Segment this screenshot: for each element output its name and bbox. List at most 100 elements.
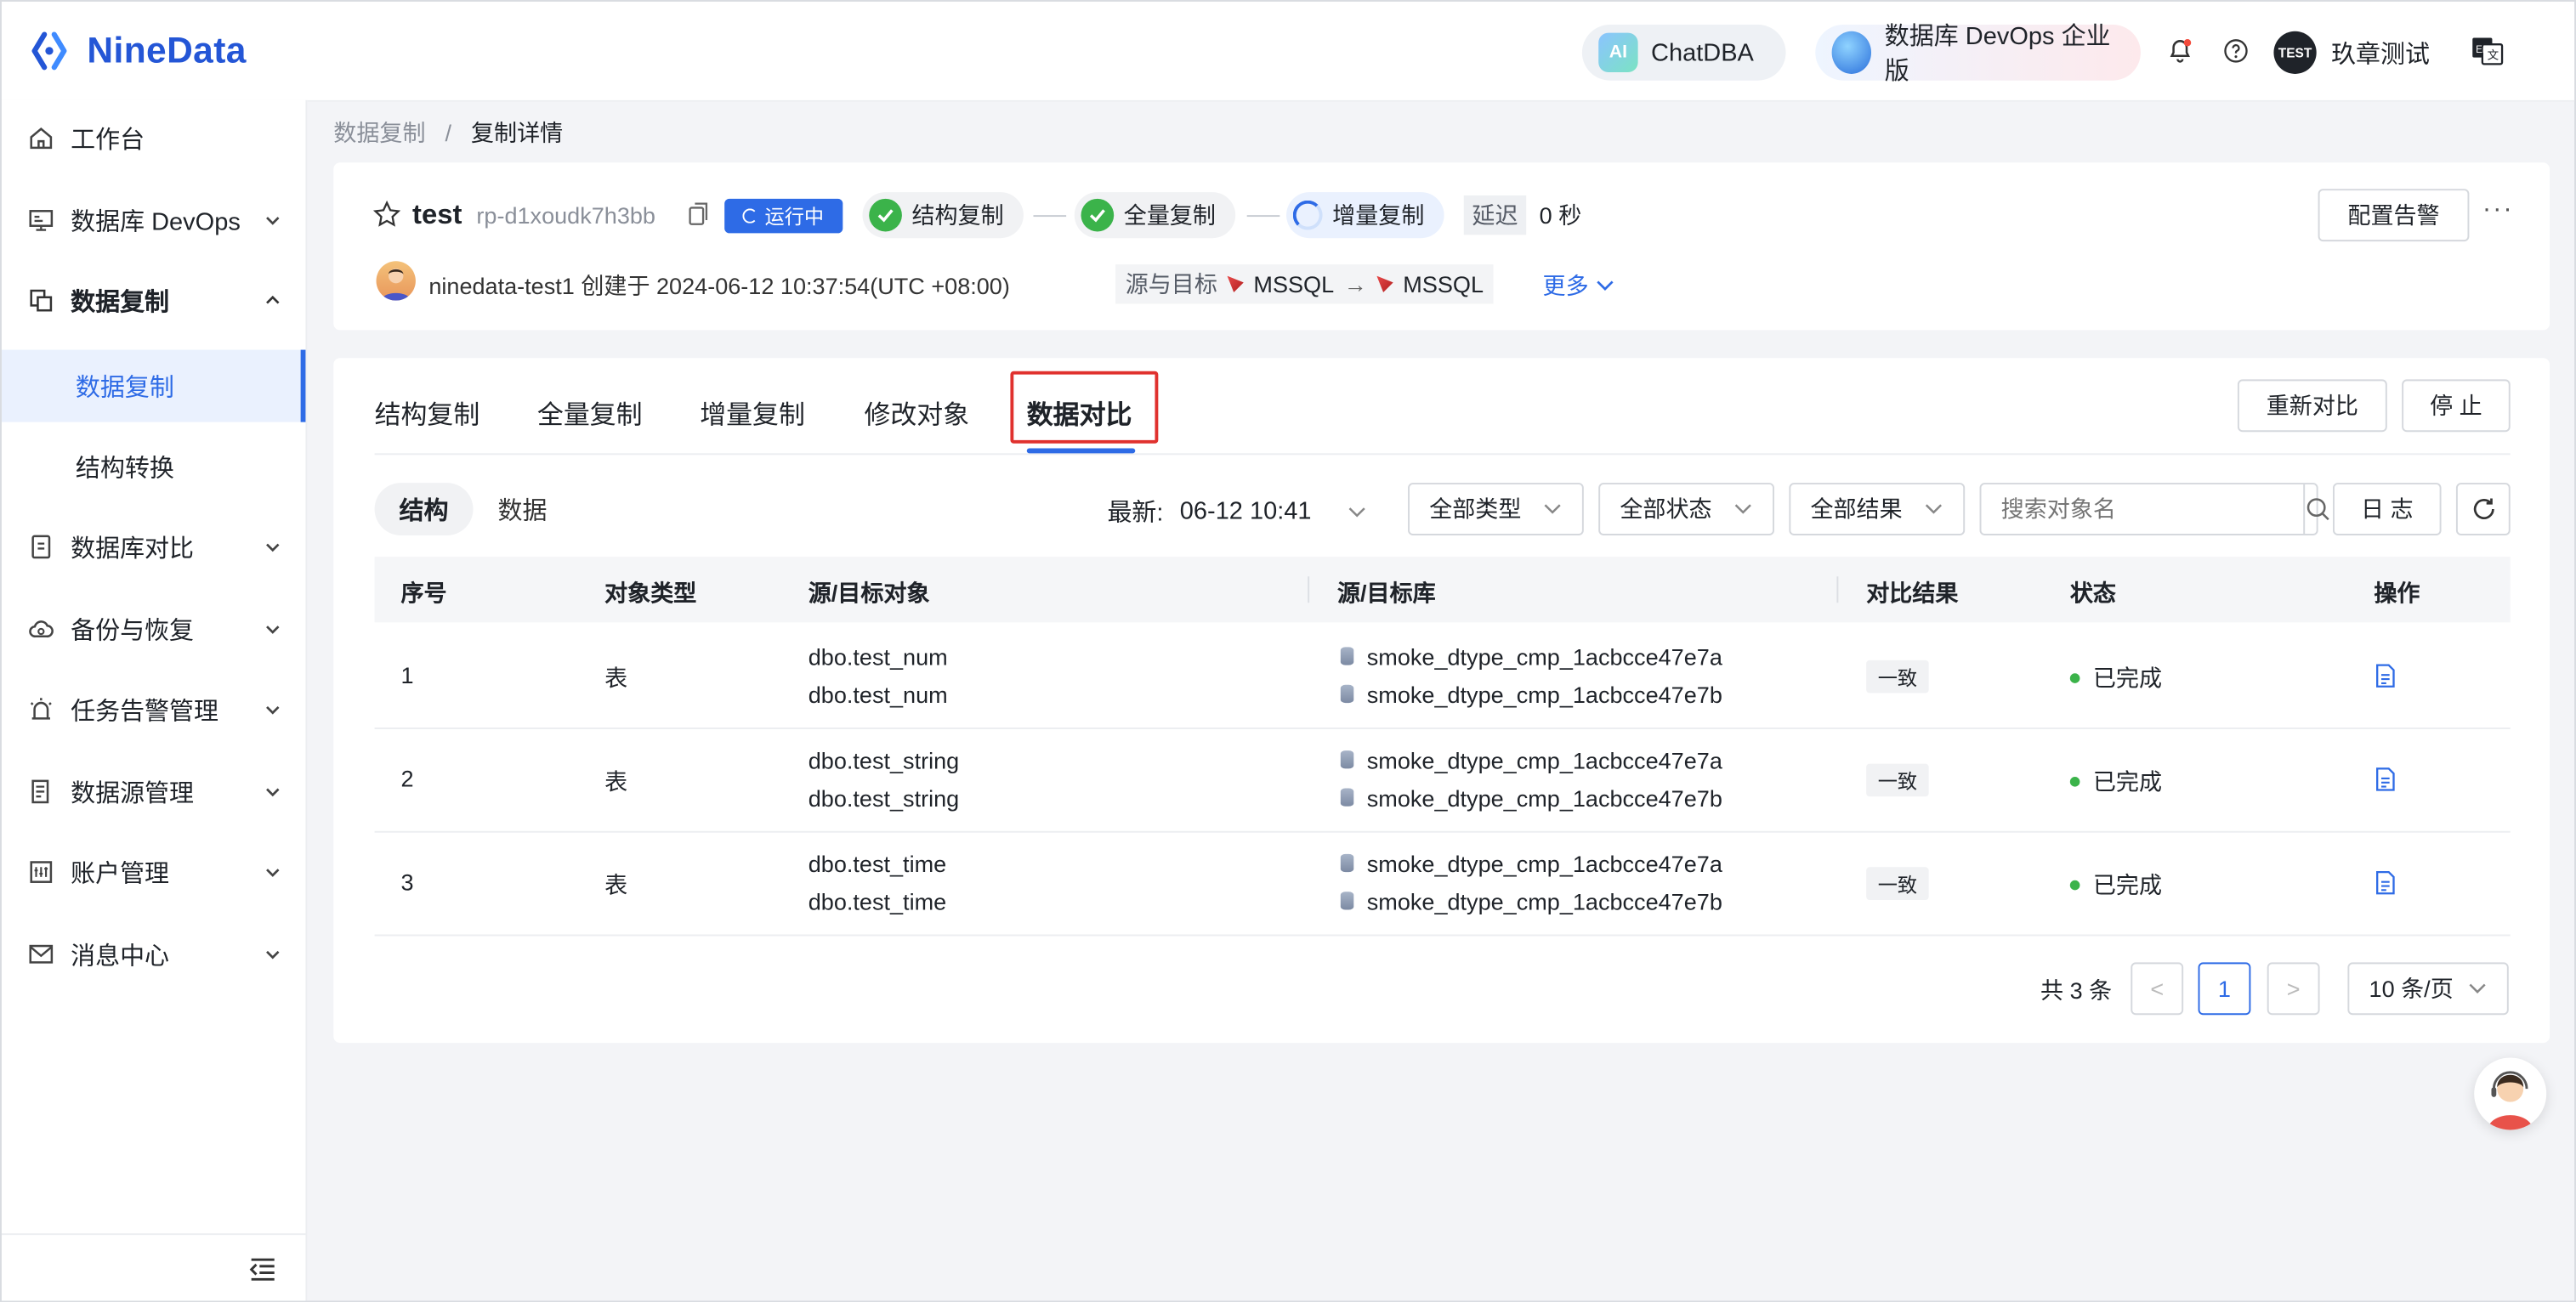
sidebar-item-structure-conversion[interactable]: 结构转换 — [2, 430, 305, 502]
customer-service-avatar-icon[interactable] — [2474, 1057, 2547, 1130]
sidebar-item-account[interactable]: 账户管理 — [2, 836, 305, 909]
refresh-button[interactable] — [2455, 483, 2511, 535]
col-actions: 操作 — [2374, 580, 2420, 607]
owner-created-text: ninedata-test1 创建于 2024-06-12 10:37:54(U… — [428, 272, 1010, 299]
help-icon[interactable] — [2220, 35, 2253, 68]
row-databases: smoke_dtype_cmp_1acbcce47e7a smoke_dtype… — [1340, 637, 1722, 713]
loading-icon — [1292, 200, 1323, 230]
status-filter-select[interactable]: 全部状态 — [1598, 483, 1774, 535]
mssql-icon — [1227, 275, 1244, 292]
type-filter-select[interactable]: 全部类型 — [1408, 483, 1584, 535]
account-icon — [30, 861, 53, 883]
step-connector — [1246, 215, 1280, 218]
arrow-right-icon: → — [1343, 270, 1367, 297]
step-connector — [1033, 215, 1067, 218]
chevron-down-icon — [266, 626, 280, 634]
check-icon — [1081, 198, 1115, 232]
tab-structure-replication[interactable]: 结构复制 — [375, 393, 480, 432]
breadcrumb-current: 复制详情 — [470, 120, 564, 146]
sidebar-item-alarm[interactable]: 任务告警管理 — [2, 673, 305, 745]
step-full[interactable]: 全量复制 — [1074, 192, 1236, 239]
segment-data[interactable]: 数据 — [474, 492, 572, 527]
step-incremental[interactable]: 增量复制 — [1286, 192, 1444, 239]
user-avatar[interactable]: TEST — [2273, 31, 2317, 74]
status-label: 已完成 — [2092, 665, 2163, 692]
home-icon — [30, 127, 53, 150]
object-search — [1979, 483, 2329, 535]
sidebar-item-db-compare[interactable]: 数据库对比 — [2, 511, 305, 583]
chevron-down-icon — [266, 869, 280, 877]
sidebar-item-replication[interactable]: 数据复制 — [2, 264, 305, 337]
latest-compare-select[interactable]: 最新: 06-12 10:41 — [1107, 495, 1367, 529]
col-result: 对比结果 — [1866, 580, 1959, 607]
user-name[interactable]: 玖章测试 — [2331, 37, 2430, 71]
more-actions-button[interactable]: ··· — [2482, 195, 2514, 225]
sidebar-item-devops[interactable]: 数据库 DevOps — [2, 184, 305, 256]
ninedata-logo-icon — [31, 31, 67, 71]
detail-document-icon[interactable] — [2375, 664, 2395, 688]
configure-alarm-button[interactable]: 配置告警 — [2318, 189, 2470, 242]
collapse-sidebar-icon[interactable] — [248, 1256, 278, 1282]
sidebar-divider — [1, 1233, 306, 1236]
page-size-select[interactable]: 10 条/页 — [2347, 962, 2509, 1016]
row-type: 表 — [604, 665, 628, 692]
delay-value: 0 秒 — [1539, 201, 1582, 229]
recompare-button[interactable]: 重新对比 — [2237, 379, 2387, 433]
status-dot — [2069, 777, 2080, 787]
more-link[interactable]: 更多 — [1543, 269, 1615, 303]
logo[interactable]: NineData — [31, 28, 247, 74]
prev-page-button[interactable]: < — [2131, 962, 2184, 1016]
sidebar-item-replication-sub[interactable]: 数据复制 — [1, 349, 306, 422]
sidebar-item-datasource[interactable]: 数据源管理 — [2, 756, 305, 828]
segment-structure[interactable]: 结构 — [374, 483, 474, 535]
chatdba-label: ChatDBA — [1651, 38, 1754, 67]
stop-button[interactable]: 停 止 — [2402, 379, 2511, 433]
log-button[interactable]: 日 志 — [2333, 483, 2442, 535]
tab-modify-objects[interactable]: 修改对象 — [864, 393, 969, 432]
step-structure[interactable]: 结构复制 — [862, 192, 1024, 239]
compare-icon — [31, 535, 51, 559]
search-button[interactable] — [2303, 484, 2331, 535]
type-filter-value: 全部类型 — [1429, 495, 1522, 523]
star-icon[interactable] — [372, 200, 401, 229]
search-icon — [2306, 498, 2329, 521]
result-badge: 一致 — [1866, 659, 1929, 693]
tab-full-replication[interactable]: 全量复制 — [537, 393, 643, 432]
detail-document-icon[interactable] — [2375, 767, 2395, 791]
sidebar-item-messages[interactable]: 消息中心 — [2, 918, 305, 990]
breadcrumb-separator: / — [445, 120, 451, 146]
col-type: 对象类型 — [604, 580, 697, 607]
language-switch-icon[interactable]: En 文 — [2471, 35, 2504, 68]
page-size-value: 10 条/页 — [2369, 975, 2454, 1002]
page-1-button[interactable]: 1 — [2198, 962, 2251, 1016]
sidebar-item-workbench[interactable]: 工作台 — [2, 102, 305, 174]
col-status: 状态 — [2069, 580, 2116, 607]
copy-id-icon[interactable] — [689, 202, 710, 227]
bell-icon[interactable] — [2164, 35, 2197, 68]
chevron-up-icon — [266, 295, 280, 304]
chatdba-button[interactable]: AI ChatDBA — [1581, 24, 1786, 81]
sidebar-item-label: 备份与恢复 — [71, 616, 195, 645]
breadcrumb-parent[interactable]: 数据复制 — [333, 120, 425, 146]
target-db: MSSQL — [1403, 270, 1484, 297]
row-no: 1 — [400, 661, 414, 688]
devops-edition-button[interactable]: 数据库 DevOps 企业版 — [1815, 23, 2141, 85]
source-object: dbo.test_string — [808, 746, 960, 773]
search-input[interactable] — [1981, 484, 2304, 535]
detail-document-icon[interactable] — [2375, 870, 2395, 895]
next-page-button[interactable]: > — [2267, 962, 2320, 1016]
row-no: 3 — [400, 869, 414, 896]
step-label: 全量复制 — [1123, 201, 1216, 229]
result-filter-select[interactable]: 全部结果 — [1789, 483, 1966, 535]
col-objects: 源/目标对象 — [808, 580, 930, 607]
sidebar-item-label: 任务告警管理 — [71, 697, 219, 726]
step-label: 结构复制 — [911, 201, 1004, 229]
row-type: 表 — [604, 768, 628, 795]
row-objects: dbo.test_num dbo.test_num — [809, 637, 948, 713]
chevron-down-icon — [266, 950, 280, 960]
sidebar-item-backup[interactable]: 备份与恢复 — [2, 593, 305, 665]
tab-incremental-replication[interactable]: 增量复制 — [700, 393, 805, 432]
chevron-down-icon — [266, 788, 280, 797]
check-icon — [869, 198, 902, 232]
ai-badge-icon: AI — [1598, 32, 1638, 73]
